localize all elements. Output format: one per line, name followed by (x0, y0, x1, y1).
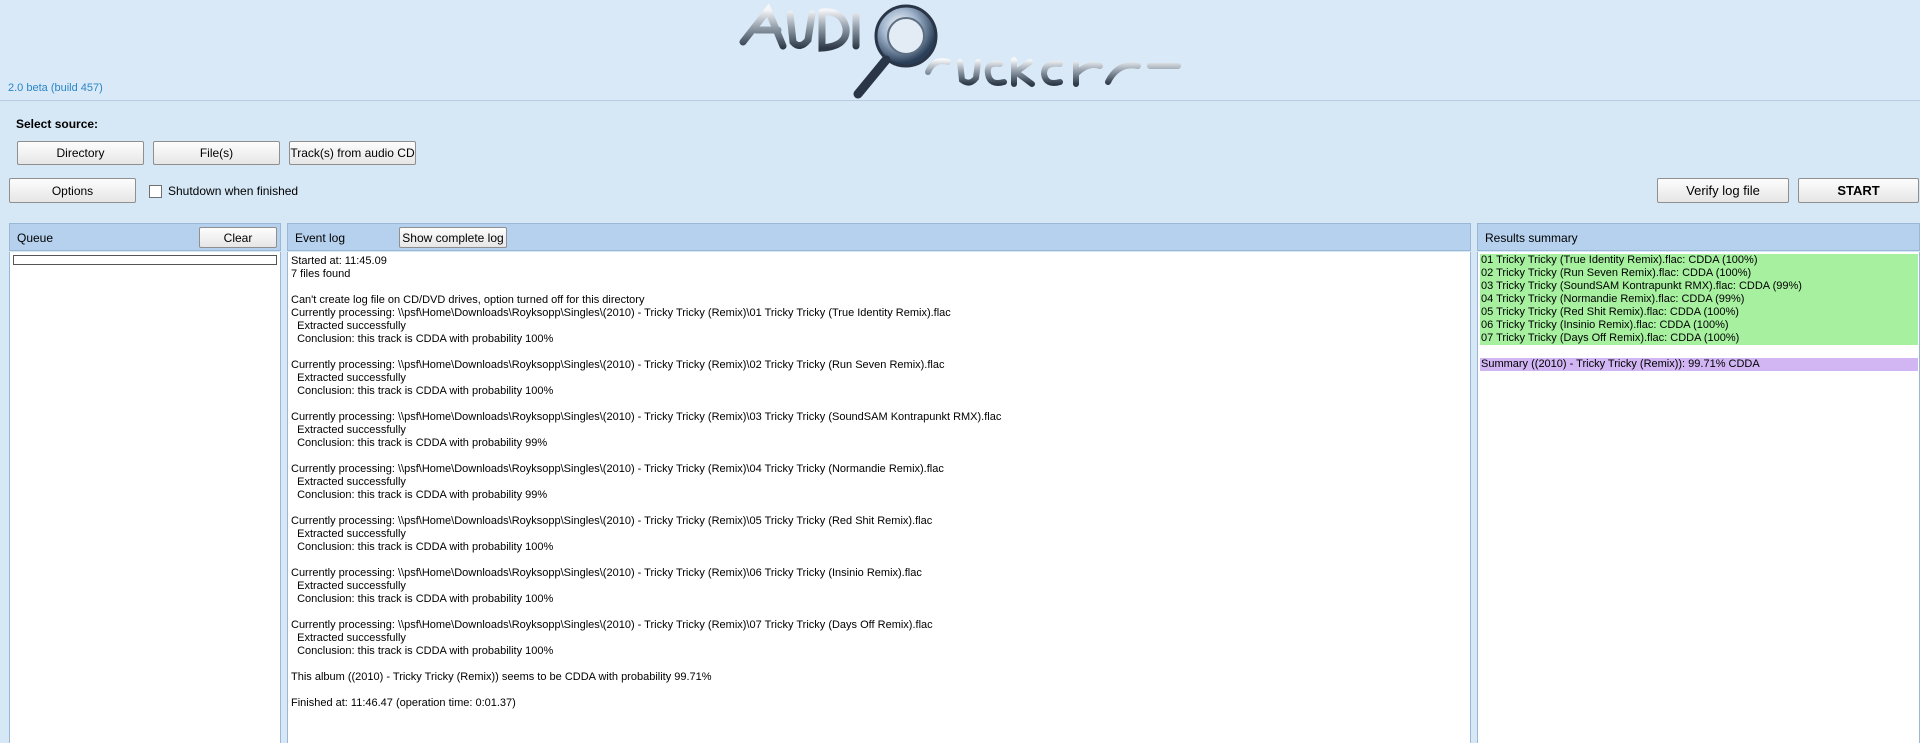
event-log-line: Extracted successfully (291, 632, 406, 644)
audio-cd-button[interactable]: Track(s) from audio CD (289, 141, 416, 165)
event-log-line (291, 684, 1001, 697)
event-log-line: Extracted successfully (291, 580, 406, 592)
event-log-line: Conclusion: this track is CDDA with prob… (291, 593, 554, 605)
result-track-line: 03 Tricky Tricky (SoundSAM Kontrapunkt R… (1481, 280, 1802, 292)
start-button[interactable]: START (1798, 178, 1919, 203)
event-log-line: Currently processing: \\psf\Home\Downloa… (291, 515, 933, 527)
shutdown-label: Shutdown when finished (168, 184, 299, 198)
event-log-title: Event log (295, 231, 346, 245)
event-log-line: Started at: 11:45.09 (291, 255, 387, 267)
directory-button[interactable]: Directory (17, 141, 144, 165)
event-log-line: Conclusion: this track is CDDA with prob… (291, 489, 548, 501)
event-log-line: Extracted successfully (291, 372, 406, 384)
event-log-line: Currently processing: \\psf\Home\Downloa… (291, 567, 922, 579)
event-log-line: Currently processing: \\psf\Home\Downloa… (291, 619, 933, 631)
results-panel[interactable]: 01 Tricky Tricky (True Identity Remix).f… (1477, 252, 1920, 743)
results-summary-line: Summary ((2010) - Tricky Tricky (Remix))… (1480, 358, 1918, 371)
queue-title: Queue (17, 231, 54, 245)
event-log-line: Currently processing: \\psf\Home\Downloa… (291, 463, 944, 475)
result-track-line: 04 Tricky Tricky (Normandie Remix).flac:… (1481, 293, 1745, 305)
results-track-list: 01 Tricky Tricky (True Identity Remix).f… (1480, 254, 1918, 345)
shutdown-checkbox[interactable] (149, 184, 162, 198)
clear-queue-button[interactable]: Clear (199, 227, 277, 248)
event-log-line: Currently processing: \\psf\Home\Downloa… (291, 411, 1002, 423)
files-button[interactable]: File(s) (153, 141, 280, 165)
results-header: Results summary (1477, 223, 1920, 251)
event-log-line (291, 398, 1001, 411)
result-track-line: 06 Tricky Tricky (Insinio Remix).flac: C… (1481, 319, 1729, 331)
version-label: 2.0 beta (build 457) (8, 82, 103, 94)
event-log-panel[interactable]: Started at: 11:45.09 7 files found Can't … (287, 252, 1471, 743)
event-log-line: Currently processing: \\psf\Home\Downloa… (291, 359, 945, 371)
event-log-text: Started at: 11:45.09 7 files found Can't … (291, 255, 1001, 710)
event-log-line: Conclusion: this track is CDDA with prob… (291, 437, 548, 449)
event-log-line (291, 658, 1001, 671)
results-title: Results summary (1485, 231, 1578, 245)
select-source-label: Select source: (16, 117, 99, 131)
show-complete-log-button[interactable]: Show complete log (399, 227, 507, 248)
queue-list-item[interactable] (13, 255, 277, 265)
source-panel: Select source: (0, 101, 1920, 172)
event-log-line: Can't create log file on CD/DVD drives, … (291, 294, 645, 306)
verify-log-button[interactable]: Verify log file (1657, 178, 1789, 203)
event-log-line (291, 502, 1001, 515)
options-button[interactable]: Options (9, 178, 136, 203)
result-track-line: 01 Tricky Tricky (True Identity Remix).f… (1481, 254, 1758, 266)
event-log-line: Conclusion: this track is CDDA with prob… (291, 385, 554, 397)
result-track-line: 07 Tricky Tricky (Days Off Remix).flac: … (1481, 332, 1740, 344)
header: 2.0 beta (build 457) (0, 0, 1920, 101)
shutdown-option[interactable]: Shutdown when finished (149, 184, 298, 198)
audio-checker-window: 2.0 beta (build 457) Select source: Dire… (0, 0, 1920, 743)
event-log-line (291, 606, 1001, 619)
audio-checker-logo (739, 3, 1181, 99)
event-log-line: Conclusion: this track is CDDA with prob… (291, 541, 554, 553)
event-log-line: Extracted successfully (291, 424, 406, 436)
result-track-line: 02 Tricky Tricky (Run Seven Remix).flac:… (1481, 267, 1752, 279)
result-track-line: 05 Tricky Tricky (Red Shit Remix).flac: … (1481, 306, 1739, 318)
event-log-line (291, 554, 1001, 567)
event-log-line: Finished at: 11:46.47 (operation time: 0… (291, 697, 516, 709)
event-log-line: 7 files found (291, 268, 351, 280)
event-log-line: Extracted successfully (291, 528, 406, 540)
event-log-line: This album ((2010) - Tricky Tricky (Remi… (291, 671, 712, 683)
queue-list[interactable] (9, 252, 281, 743)
event-log-line: Currently processing: \\psf\Home\Downloa… (291, 307, 951, 319)
event-log-line: Conclusion: this track is CDDA with prob… (291, 333, 554, 345)
event-log-line (291, 281, 1001, 294)
event-log-line (291, 450, 1001, 463)
event-log-line (291, 346, 1001, 359)
event-log-line: Conclusion: this track is CDDA with prob… (291, 645, 554, 657)
event-log-line: Extracted successfully (291, 476, 406, 488)
event-log-line: Extracted successfully (291, 320, 406, 332)
